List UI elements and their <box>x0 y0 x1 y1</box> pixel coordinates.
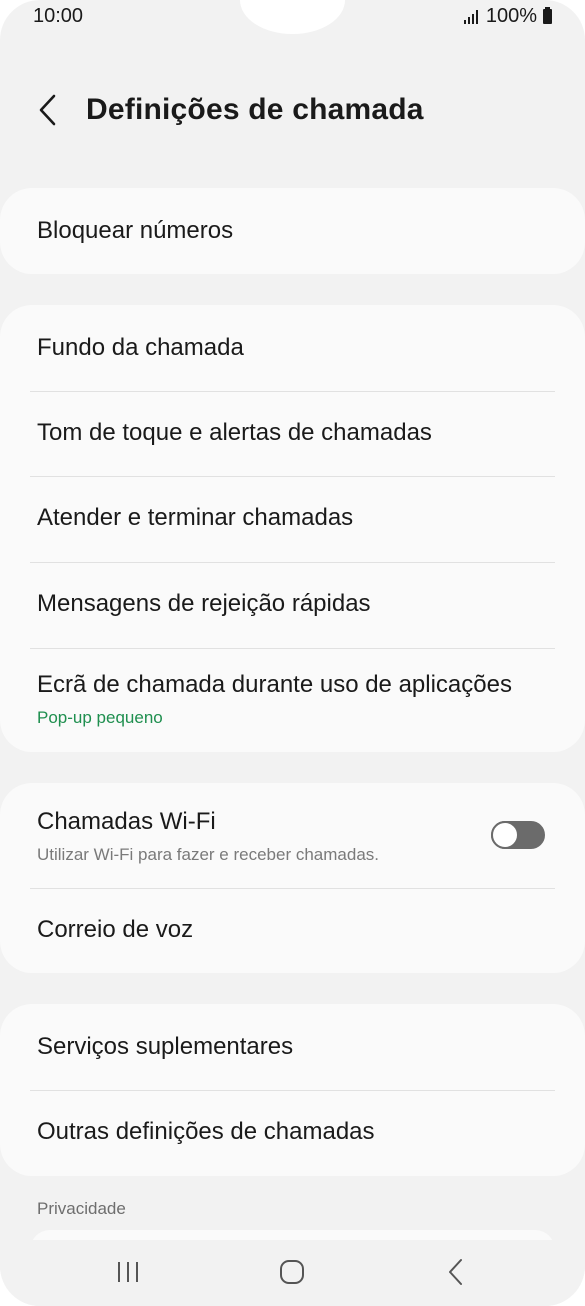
call-background-item[interactable]: Fundo da chamada <box>0 305 585 391</box>
chevron-left-icon <box>39 94 56 126</box>
signal-icon <box>463 9 478 24</box>
camera-notch <box>240 0 345 34</box>
item-title: Tom de toque e alertas de chamadas <box>37 419 432 446</box>
wifi-calling-item[interactable]: Chamadas Wi-Fi Utilizar Wi-Fi para fazer… <box>0 783 585 888</box>
home-button[interactable] <box>262 1252 322 1292</box>
page-title: Definições de chamada <box>86 93 424 126</box>
other-call-settings-item[interactable]: Outras definições de chamadas <box>0 1090 585 1176</box>
status-time: 10:00 <box>33 5 84 27</box>
nav-back-button[interactable] <box>426 1252 486 1292</box>
item-subtitle: Pop-up pequeno <box>37 708 163 727</box>
recent-apps-icon <box>118 1262 138 1282</box>
phone-screen: 10:00 100% Definições de chamada Bloquea… <box>0 0 585 1306</box>
ringtone-alerts-item[interactable]: Tom de toque e alertas de chamadas <box>0 391 585 476</box>
call-display-in-apps-item[interactable]: Ecrã de chamada durante uso de aplicaçõe… <box>0 648 585 752</box>
item-title: Serviços suplementares <box>37 1033 294 1060</box>
back-icon <box>449 1259 462 1285</box>
status-bar: 10:00 100% <box>0 0 585 36</box>
supplementary-services-item[interactable]: Serviços suplementares <box>0 1004 585 1090</box>
item-title: Chamadas Wi-Fi <box>37 808 216 835</box>
quick-decline-messages-item[interactable]: Mensagens de rejeição rápidas <box>0 562 585 648</box>
recent-apps-button[interactable] <box>98 1252 158 1292</box>
settings-group-wifi-voicemail: Chamadas Wi-Fi Utilizar Wi-Fi para fazer… <box>0 783 585 973</box>
battery-percent: 100% <box>485 5 537 27</box>
item-title: Correio de voz <box>37 916 194 943</box>
settings-group-more: Serviços suplementares Outras definições… <box>0 1004 585 1176</box>
block-numbers-item[interactable]: Bloquear números <box>0 188 585 274</box>
item-subtitle: Utilizar Wi-Fi para fazer e receber cham… <box>37 845 380 864</box>
section-label-privacy: Privacidade <box>37 1199 126 1218</box>
back-button[interactable] <box>30 87 66 133</box>
voicemail-item[interactable]: Correio de voz <box>0 888 585 973</box>
home-icon <box>280 1260 304 1284</box>
settings-group-block: Bloquear números <box>0 188 585 274</box>
settings-group-call: Fundo da chamada Tom de toque e alertas … <box>0 305 585 752</box>
status-indicators: 100% <box>463 5 552 28</box>
answer-end-calls-item[interactable]: Atender e terminar chamadas <box>0 476 585 562</box>
battery-icon <box>543 7 552 24</box>
item-title: Ecrã de chamada durante uso de aplicaçõe… <box>37 671 512 698</box>
wifi-calling-toggle[interactable] <box>491 821 545 849</box>
item-title: Bloquear números <box>37 217 234 244</box>
item-title: Fundo da chamada <box>37 334 244 361</box>
item-title: Outras definições de chamadas <box>37 1118 375 1145</box>
navigation-bar <box>0 1240 585 1306</box>
app-header: Definições de chamada <box>0 85 585 135</box>
item-title: Atender e terminar chamadas <box>37 504 354 531</box>
toggle-knob <box>491 821 519 849</box>
item-title: Mensagens de rejeição rápidas <box>37 590 371 617</box>
